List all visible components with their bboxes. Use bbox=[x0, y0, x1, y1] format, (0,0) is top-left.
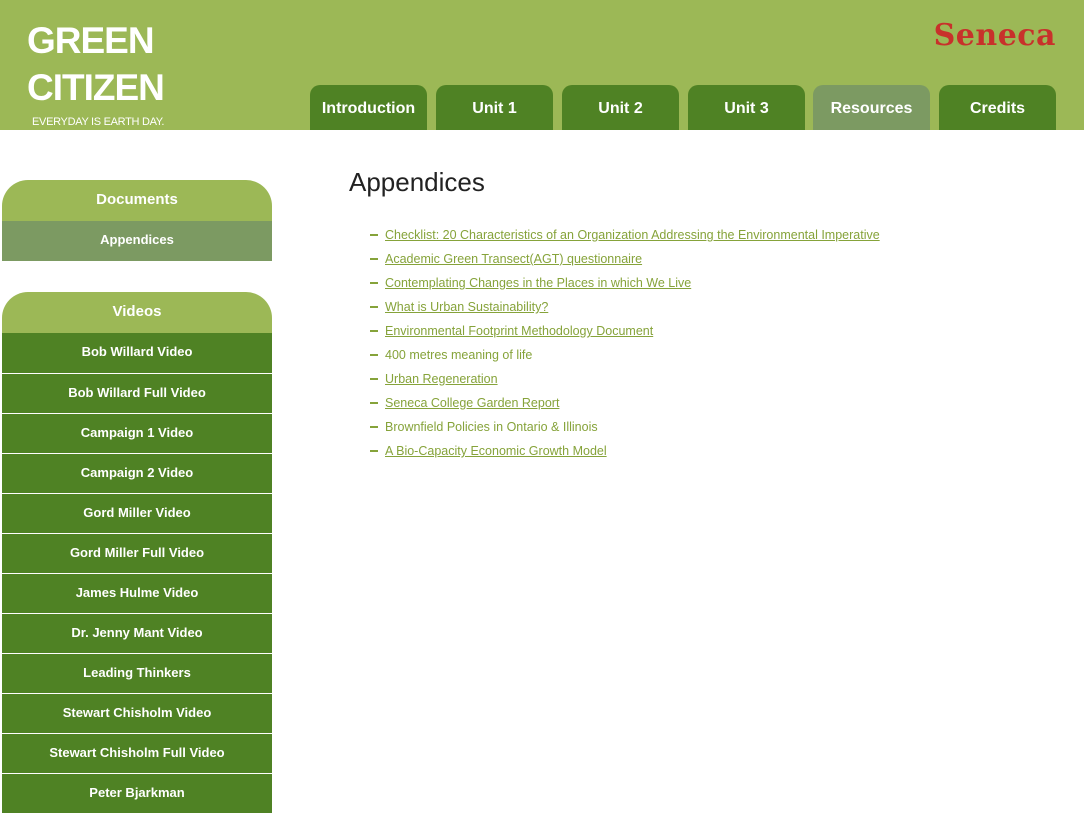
dash-bullet-icon bbox=[370, 305, 378, 308]
list-item: Seneca College Garden Report bbox=[370, 393, 880, 417]
documents-heading: Documents bbox=[2, 180, 272, 221]
appendix-link[interactable]: Contemplating Changes in the Places in w… bbox=[385, 276, 691, 290]
sidebar-item-video[interactable]: Stewart Chisholm Full Video bbox=[2, 733, 272, 773]
appendix-link[interactable]: Checklist: 20 Characteristics of an Orga… bbox=[385, 228, 880, 242]
sidebar-item-video[interactable]: Campaign 2 Video bbox=[2, 453, 272, 493]
dash-bullet-icon bbox=[370, 401, 378, 404]
logo-text-citizen[interactable]: CITIZEN bbox=[27, 68, 165, 108]
tab-credits[interactable]: Credits bbox=[939, 85, 1056, 130]
sidebar-item-video[interactable]: Gord Miller Full Video bbox=[2, 533, 272, 573]
sidebar-item-video[interactable]: James Hulme Video bbox=[2, 573, 272, 613]
list-item: 400 metres meaning of life bbox=[370, 345, 880, 369]
sidebar-item-video[interactable]: Campaign 1 Video bbox=[2, 413, 272, 453]
list-item: Urban Regeneration bbox=[370, 369, 880, 393]
appendix-text: Brownfield Policies in Ontario & Illinoi… bbox=[385, 420, 598, 434]
appendix-link[interactable]: Seneca College Garden Report bbox=[385, 396, 559, 410]
videos-panel: Videos Bob Willard Video Bob Willard Ful… bbox=[2, 292, 272, 813]
list-item: Contemplating Changes in the Places in w… bbox=[370, 273, 880, 297]
seneca-logo[interactable]: Seneca bbox=[934, 18, 1056, 54]
tab-unit-1[interactable]: Unit 1 bbox=[436, 85, 553, 130]
sidebar-item-appendices[interactable]: Appendices bbox=[2, 221, 272, 261]
tagline: EVERYDAY IS EARTH DAY. bbox=[32, 116, 165, 128]
tab-resources[interactable]: Resources bbox=[813, 85, 930, 130]
documents-panel: Documents Appendices bbox=[2, 180, 272, 261]
appendix-link[interactable]: Urban Regeneration bbox=[385, 372, 498, 386]
sidebar-item-video[interactable]: Peter Bjarkman bbox=[2, 773, 272, 813]
dash-bullet-icon bbox=[370, 257, 378, 260]
list-item: Environmental Footprint Methodology Docu… bbox=[370, 321, 880, 345]
tab-unit-3[interactable]: Unit 3 bbox=[688, 85, 805, 130]
tab-introduction[interactable]: Introduction bbox=[310, 85, 427, 130]
dash-bullet-icon bbox=[370, 233, 378, 236]
list-item: Academic Green Transect(AGT) questionnai… bbox=[370, 249, 880, 273]
sidebar-item-video[interactable]: Bob Willard Full Video bbox=[2, 373, 272, 413]
list-item: What is Urban Sustainability? bbox=[370, 297, 880, 321]
sidebar-item-video[interactable]: Gord Miller Video bbox=[2, 493, 272, 533]
list-item: Brownfield Policies in Ontario & Illinoi… bbox=[370, 417, 880, 441]
dash-bullet-icon bbox=[370, 329, 378, 332]
dash-bullet-icon bbox=[370, 377, 378, 380]
tab-unit-2[interactable]: Unit 2 bbox=[562, 85, 679, 130]
sidebar-item-video[interactable]: Bob Willard Video bbox=[2, 333, 272, 373]
sidebar-item-video[interactable]: Leading Thinkers bbox=[2, 653, 272, 693]
appendices-list: Checklist: 20 Characteristics of an Orga… bbox=[370, 225, 880, 465]
site-header: GREEN CITIZEN EVERYDAY IS EARTH DAY. Sen… bbox=[0, 0, 1084, 130]
videos-heading: Videos bbox=[2, 292, 272, 333]
list-item: A Bio-Capacity Economic Growth Model bbox=[370, 441, 880, 465]
dash-bullet-icon bbox=[370, 281, 378, 284]
list-item: Checklist: 20 Characteristics of an Orga… bbox=[370, 225, 880, 249]
sidebar-item-video[interactable]: Dr. Jenny Mant Video bbox=[2, 613, 272, 653]
sidebar-item-video[interactable]: Stewart Chisholm Video bbox=[2, 693, 272, 733]
dash-bullet-icon bbox=[370, 425, 378, 428]
dash-bullet-icon bbox=[370, 449, 378, 452]
logo-text-green[interactable]: GREEN bbox=[27, 21, 155, 61]
appendix-link[interactable]: Environmental Footprint Methodology Docu… bbox=[385, 324, 653, 338]
appendix-link[interactable]: A Bio-Capacity Economic Growth Model bbox=[385, 444, 607, 458]
appendix-link[interactable]: Academic Green Transect(AGT) questionnai… bbox=[385, 252, 642, 266]
page-title: Appendices bbox=[349, 167, 485, 197]
dash-bullet-icon bbox=[370, 353, 378, 356]
appendix-link[interactable]: What is Urban Sustainability? bbox=[385, 300, 548, 314]
appendix-text: 400 metres meaning of life bbox=[385, 348, 533, 362]
